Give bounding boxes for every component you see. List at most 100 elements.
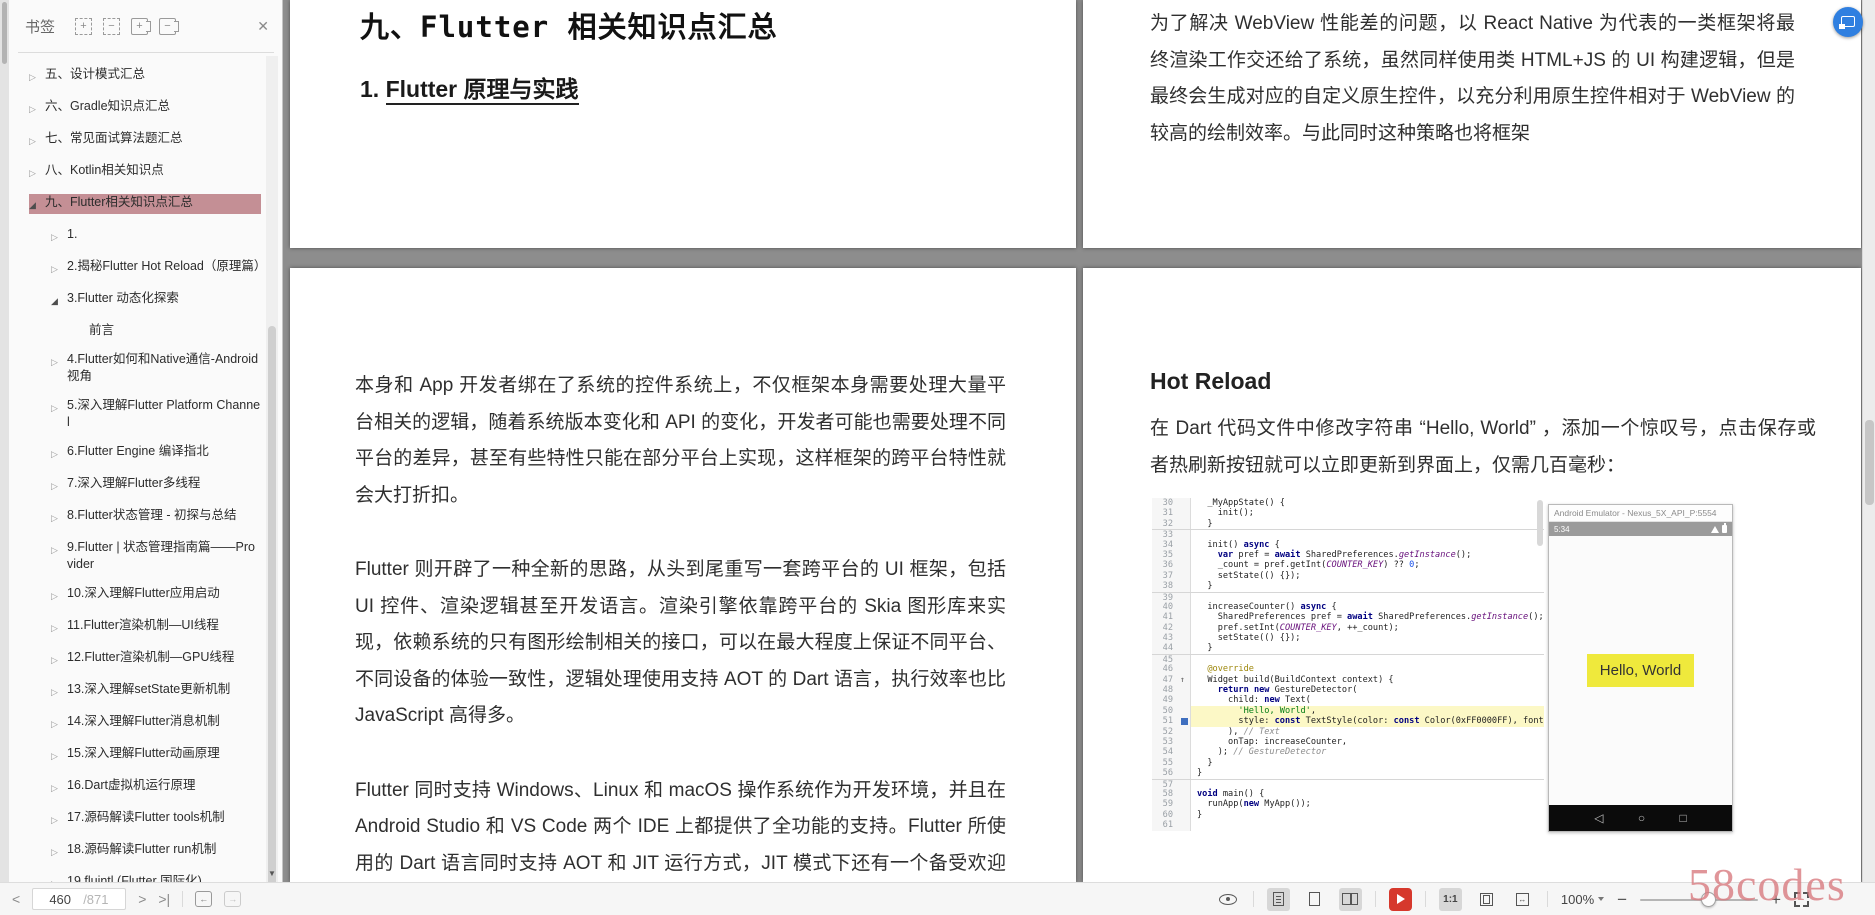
- expand-toggle-icon[interactable]: ▷: [51, 841, 67, 861]
- bookmark-item[interactable]: ▷13.深入理解setState更新机制: [29, 681, 261, 701]
- panel-edge-scrollbar-thumb[interactable]: [2, 2, 7, 64]
- sidebar-scrollbar-thumb[interactable]: [268, 326, 276, 904]
- expand-toggle-icon[interactable]: ▷: [51, 777, 67, 797]
- slideshow-button[interactable]: [1389, 888, 1412, 911]
- previous-view-button[interactable]: ←: [195, 891, 212, 907]
- expand-toggle-icon[interactable]: ▷: [29, 130, 45, 150]
- main-scrollbar-thumb[interactable]: [1865, 420, 1874, 505]
- bookmark-label: 2.揭秘Flutter Hot Reload（原理篇）: [67, 258, 261, 275]
- bookmark-label: 17.源码解读Flutter tools机制: [67, 809, 261, 826]
- bookmark-label: 14.深入理解Flutter消息机制: [67, 713, 261, 730]
- single-page-button[interactable]: [1303, 888, 1326, 911]
- expand-toggle-icon[interactable]: ▷: [51, 507, 67, 527]
- line-number: 35: [1152, 550, 1178, 560]
- close-panel-icon[interactable]: ✕: [257, 18, 269, 35]
- bookmark-item[interactable]: ▷15.深入理解Flutter动画原理: [29, 745, 261, 765]
- expand-toggle-icon[interactable]: ▷: [51, 475, 67, 495]
- expand-toggle-icon[interactable]: ▷: [51, 585, 67, 605]
- zoom-level-dropdown[interactable]: 100%: [1561, 892, 1604, 907]
- expand-toggle-icon[interactable]: ▷: [51, 258, 67, 278]
- facing-pages-button[interactable]: [1339, 888, 1362, 911]
- bookmark-item[interactable]: ▷六、Gradle知识点汇总: [29, 98, 261, 118]
- bookmark-item[interactable]: ▷7.深入理解Flutter多线程: [29, 475, 261, 495]
- bookmark-item[interactable]: ▷14.深入理解Flutter消息机制: [29, 713, 261, 733]
- bookmark-item[interactable]: ▷12.Flutter渲染机制—GPU线程: [29, 649, 261, 669]
- bookmark-item[interactable]: ▷9.Flutter | 状态管理指南篇——Provider: [29, 539, 261, 573]
- zoom-slider-handle[interactable]: [1701, 892, 1716, 907]
- line-number: 51: [1152, 716, 1178, 726]
- expand-toggle-icon[interactable]: ▷: [51, 617, 67, 637]
- read-mode-button[interactable]: [1217, 888, 1240, 911]
- expand-toggle-icon[interactable]: ▷: [51, 397, 67, 417]
- fullscreen-button[interactable]: [1794, 892, 1809, 907]
- bookmark-item[interactable]: ▷6.Flutter Engine 编译指北: [29, 443, 261, 463]
- bookmark-label: 九、Flutter相关知识点汇总: [45, 194, 261, 211]
- bookmark-item[interactable]: ▷16.Dart虚拟机运行原理: [29, 777, 261, 797]
- bookmark-item[interactable]: ▷1.: [29, 226, 261, 246]
- add-bookmark-icon[interactable]: +: [131, 18, 148, 35]
- bookmark-item[interactable]: ▷七、常见面试算法题汇总: [29, 130, 261, 150]
- expand-toggle-icon[interactable]: ▷: [51, 649, 67, 669]
- code-line: 41 SharedPreferences pref = await Shared…: [1152, 612, 1544, 622]
- next-view-button[interactable]: →: [224, 891, 241, 907]
- code-text: _count = pref.getInt(COUNTER_KEY) ?? 0;: [1191, 560, 1544, 570]
- bookmark-item[interactable]: ▷10.深入理解Flutter应用启动: [29, 585, 261, 605]
- expand-toggle-icon[interactable]: ▷: [29, 98, 45, 118]
- bookmark-item[interactable]: ▷五、设计模式汇总: [29, 66, 261, 86]
- bookmark-item[interactable]: 前言: [29, 322, 261, 339]
- expand-toggle-icon[interactable]: ▷: [51, 713, 67, 733]
- bookmark-item[interactable]: ▷17.源码解读Flutter tools机制: [29, 809, 261, 829]
- continuous-scroll-button[interactable]: [1267, 888, 1290, 911]
- bookmark-label: 7.深入理解Flutter多线程: [67, 475, 261, 492]
- line-number: 56: [1152, 768, 1178, 778]
- expand-toggle-icon[interactable]: ▷: [51, 351, 67, 371]
- bookmark-item[interactable]: ▷5.深入理解Flutter Platform Channel: [29, 397, 261, 431]
- collapse-all-icon[interactable]: −: [103, 18, 120, 35]
- expand-toggle-icon[interactable]: ▷: [51, 745, 67, 765]
- facing-pages-icon: [1342, 893, 1358, 905]
- next-page-button[interactable]: >: [138, 892, 146, 906]
- code-text: }: [1191, 810, 1544, 820]
- zoom-in-button[interactable]: +: [1771, 891, 1781, 908]
- expand-toggle-icon[interactable]: ▷: [29, 162, 45, 182]
- bookmark-item[interactable]: ▷八、Kotlin相关知识点: [29, 162, 261, 182]
- expand-toggle-icon[interactable]: ▷: [51, 681, 67, 701]
- collapse-toggle-icon[interactable]: ◢: [29, 194, 45, 214]
- scroll-down-arrow-icon[interactable]: ▼: [266, 869, 278, 878]
- bookmark-item[interactable]: ▷2.揭秘Flutter Hot Reload（原理篇）: [29, 258, 261, 278]
- expand-toggle-icon[interactable]: ▷: [51, 539, 67, 559]
- expand-all-icon[interactable]: +: [75, 18, 92, 35]
- prev-page-button[interactable]: <: [12, 892, 20, 906]
- bookmark-item[interactable]: ▷18.源码解读Flutter run机制: [29, 841, 261, 861]
- main-scrollbar[interactable]: [1862, 0, 1875, 882]
- last-page-button[interactable]: >|: [158, 892, 170, 906]
- collapse-toggle-icon[interactable]: ◢: [51, 290, 67, 310]
- zoom-slider[interactable]: [1640, 892, 1758, 907]
- sidebar-scrollbar[interactable]: ▼: [266, 56, 278, 882]
- line-number: 38: [1152, 581, 1178, 591]
- expand-toggle-icon[interactable]: ▷: [51, 226, 67, 246]
- bookmark-item[interactable]: ▷19.fluintl (Flutter 国际化): [29, 873, 261, 882]
- bookmark-item[interactable]: ▷8.Flutter状态管理 - 初探与总结: [29, 507, 261, 527]
- expand-toggle-icon[interactable]: ▷: [51, 443, 67, 463]
- panel-edge-scrollbar[interactable]: [0, 0, 9, 882]
- zoom-out-button[interactable]: −: [1617, 891, 1627, 908]
- expand-toggle-icon[interactable]: ▷: [51, 873, 67, 882]
- bookmark-item[interactable]: ▷4.Flutter如何和Native通信-Android视角: [29, 351, 261, 385]
- expand-toggle-icon[interactable]: ▷: [51, 809, 67, 829]
- line-number: 45: [1152, 655, 1178, 664]
- page-number-input[interactable]: [37, 892, 83, 907]
- bookmark-item[interactable]: ▷11.Flutter渲染机制—UI线程: [29, 617, 261, 637]
- floating-assistant-button[interactable]: [1833, 7, 1863, 37]
- actual-size-button[interactable]: 1:1: [1439, 888, 1462, 911]
- bookmark-item[interactable]: ◢3.Flutter 动态化探索: [29, 290, 261, 310]
- bookmark-item[interactable]: ◢九、Flutter相关知识点汇总: [29, 194, 261, 214]
- expand-toggle-icon[interactable]: ▷: [29, 66, 45, 86]
- code-text: [1191, 530, 1544, 539]
- back-icon: ◁: [1594, 811, 1603, 825]
- hot-reload-heading: Hot Reload: [1150, 368, 1816, 395]
- delete-bookmark-icon[interactable]: −: [159, 18, 176, 35]
- breakpoint-icon: [1181, 718, 1188, 725]
- fit-width-button[interactable]: ↔: [1511, 888, 1534, 911]
- fit-page-button[interactable]: [1475, 888, 1498, 911]
